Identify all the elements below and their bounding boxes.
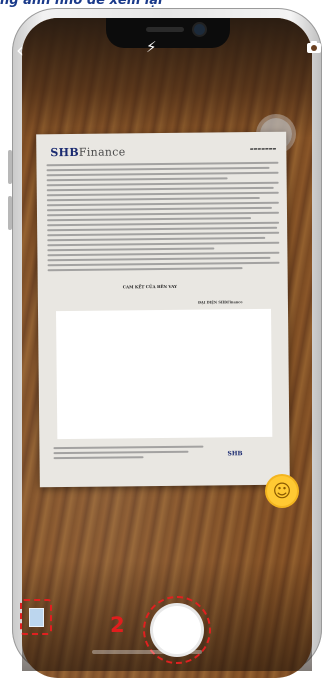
instruction-caption: ng ảnh nhỏ để xem lại (0, 0, 163, 8)
step-number-label: 2 (110, 613, 125, 637)
document-reference: ▬▬▬▬▬▬▬ (249, 145, 277, 152)
phone-side-button (8, 150, 12, 184)
document-preview: SHBFinance ▬▬▬▬▬▬▬ CAM KẾT CỦA BÊN VAY Đ… (36, 131, 290, 488)
document-body-text (46, 161, 280, 274)
document-footer-text (53, 445, 204, 463)
image-thumbnail-icon (28, 607, 44, 627)
phone-side-button (8, 196, 12, 230)
smiley-face-icon[interactable]: ☺ (267, 476, 297, 506)
camera-switch-icon[interactable] (306, 40, 322, 57)
flash-off-icon[interactable]: ⚡︎ (146, 40, 157, 55)
chevron-left-icon[interactable]: ‹ (16, 40, 24, 60)
document-signer-label: ĐẠI DIỆN SHBFinance (197, 300, 243, 305)
document-footer-logo: SHB (227, 450, 243, 458)
home-indicator[interactable] (92, 650, 202, 654)
shutter-button[interactable] (153, 606, 201, 654)
document-logo: SHBFinance (50, 145, 126, 160)
document-section-heading: CAM KẾT CỦA BÊN VAY (122, 283, 177, 290)
speaker-grille (146, 27, 184, 32)
redacted-area (56, 308, 273, 440)
gallery-thumbnail-button[interactable] (20, 599, 52, 635)
phone-notch (106, 18, 230, 48)
front-camera (194, 24, 205, 35)
